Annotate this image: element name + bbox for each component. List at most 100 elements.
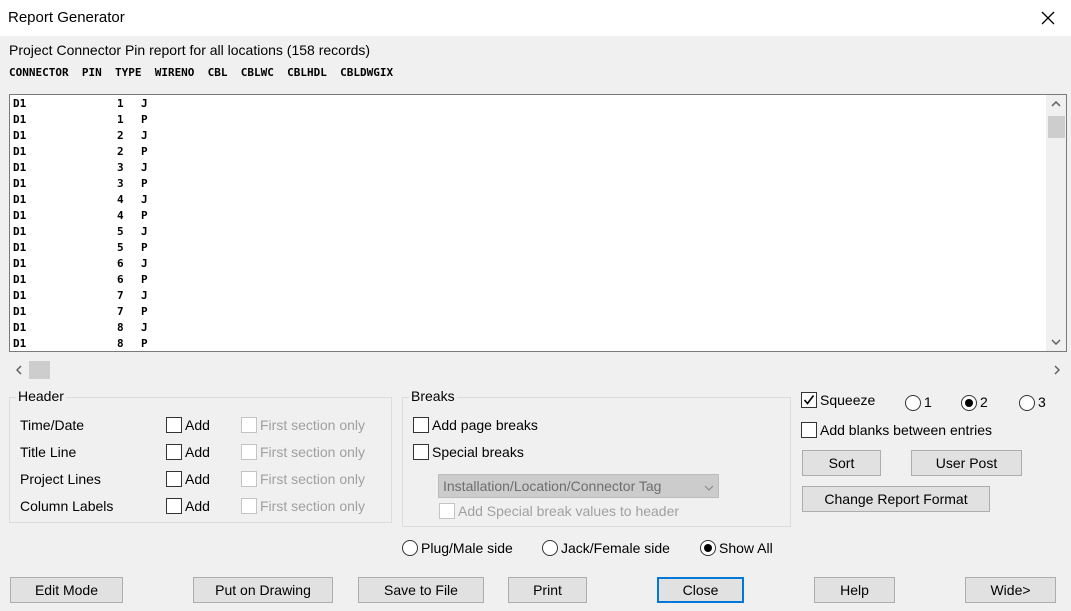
squeeze-radio-3-label: 3 xyxy=(1038,394,1046,410)
project-lines-label: Project Lines xyxy=(20,471,101,487)
add-special-values-checkbox[interactable] xyxy=(439,503,455,519)
project-lines-add-checkbox[interactable] xyxy=(166,471,182,487)
pin-cell: 6 xyxy=(117,273,124,286)
column-labels-first-only-checkbox[interactable] xyxy=(241,498,257,514)
print-button[interactable]: Print xyxy=(508,577,587,603)
scroll-left-icon[interactable] xyxy=(9,358,29,382)
vertical-scroll-thumb[interactable] xyxy=(1048,116,1065,138)
time-date-label: Time/Date xyxy=(20,417,85,433)
pin-cell: 8 xyxy=(117,321,124,334)
horizontal-scrollbar[interactable] xyxy=(9,358,1067,382)
column-labels-add-checkbox[interactable] xyxy=(166,498,182,514)
special-breaks-combo[interactable]: Installation/Location/Connector Tag xyxy=(438,474,719,498)
squeeze-radio-1[interactable] xyxy=(905,395,921,411)
save-to-file-button[interactable]: Save to File xyxy=(358,577,484,603)
column-labels: CONNECTOR PIN TYPE WIRENO CBL CBLWC CBLH… xyxy=(9,66,394,79)
report-listbox[interactable]: D1 1 J D1 1 P D1 2 J D1 2 P D1 3 J D1 3 P D1 4 J D1 4 P D1 5 J D1 5 P… xyxy=(9,94,1067,352)
pin-cell: 5 xyxy=(117,241,124,254)
connector-cell: D1 xyxy=(13,241,27,254)
special-breaks-checkbox[interactable] xyxy=(413,444,429,460)
user-post-button[interactable]: User Post xyxy=(911,450,1022,476)
title-line-add-label: Add xyxy=(185,444,210,460)
add-page-breaks-checkbox[interactable] xyxy=(413,417,429,433)
report-row[interactable]: D1 7 P xyxy=(13,304,213,320)
report-row[interactable]: D1 5 J xyxy=(13,224,213,240)
report-row[interactable]: D1 7 J xyxy=(13,288,213,304)
connector-cell: D1 xyxy=(13,305,27,318)
checkmark-icon xyxy=(803,395,815,405)
pin-cell: 3 xyxy=(117,161,124,174)
window-title: Report Generator xyxy=(8,9,125,26)
type-cell: P xyxy=(141,273,148,286)
close-window-icon[interactable] xyxy=(1025,0,1071,36)
type-cell: P xyxy=(141,177,148,190)
report-row[interactable]: D1 5 P xyxy=(13,240,213,256)
report-row[interactable]: D1 4 J xyxy=(13,192,213,208)
title-line-add-checkbox[interactable] xyxy=(166,444,182,460)
edit-mode-button[interactable]: Edit Mode xyxy=(10,577,123,603)
column-labels-label: Column Labels xyxy=(20,498,114,514)
report-description: Project Connector Pin report for all loc… xyxy=(9,42,371,58)
report-row[interactable]: D1 1 P xyxy=(13,112,213,128)
connector-cell: D1 xyxy=(13,161,27,174)
squeeze-radio-3[interactable] xyxy=(1019,395,1035,411)
jack-female-label: Jack/Female side xyxy=(561,540,670,556)
report-row[interactable]: D1 2 P xyxy=(13,144,213,160)
squeeze-checkbox[interactable] xyxy=(801,392,817,408)
jack-female-radio[interactable] xyxy=(542,540,558,556)
column-labels-first-only-label: First section only xyxy=(260,498,366,514)
scroll-down-icon[interactable] xyxy=(1046,333,1066,351)
add-page-breaks-label: Add page breaks xyxy=(432,417,538,433)
connector-cell: D1 xyxy=(13,337,27,350)
show-all-radio[interactable] xyxy=(700,540,716,556)
put-on-drawing-button[interactable]: Put on Drawing xyxy=(193,577,333,603)
report-row[interactable]: D1 6 P xyxy=(13,272,213,288)
pin-cell: 1 xyxy=(117,97,124,110)
scroll-up-icon[interactable] xyxy=(1046,95,1066,113)
connector-cell: D1 xyxy=(13,225,27,238)
time-date-first-only-checkbox[interactable] xyxy=(241,417,257,433)
add-blanks-label: Add blanks between entries xyxy=(820,422,992,438)
plug-male-radio[interactable] xyxy=(402,540,418,556)
pin-cell: 7 xyxy=(117,305,124,318)
pin-cell: 8 xyxy=(117,337,124,350)
pin-cell: 4 xyxy=(117,193,124,206)
report-row[interactable]: D1 3 J xyxy=(13,160,213,176)
wide-button[interactable]: Wide> xyxy=(965,577,1056,603)
pin-cell: 4 xyxy=(117,209,124,222)
squeeze-radio-2-label: 2 xyxy=(980,394,988,410)
show-all-label: Show All xyxy=(719,540,773,556)
title-line-first-only-checkbox[interactable] xyxy=(241,444,257,460)
report-row[interactable]: D1 8 P xyxy=(13,336,213,351)
type-cell: J xyxy=(141,225,148,238)
add-blanks-checkbox[interactable] xyxy=(801,422,817,438)
connector-cell: D1 xyxy=(13,97,27,110)
squeeze-radio-2[interactable] xyxy=(961,395,977,411)
change-report-format-button[interactable]: Change Report Format xyxy=(802,486,990,512)
help-button[interactable]: Help xyxy=(814,577,895,603)
report-row[interactable]: D1 4 P xyxy=(13,208,213,224)
report-row[interactable]: D1 3 P xyxy=(13,176,213,192)
time-date-first-only-label: First section only xyxy=(260,417,366,433)
report-row[interactable]: D1 6 J xyxy=(13,256,213,272)
squeeze-radio-1-label: 1 xyxy=(924,394,932,410)
report-row[interactable]: D1 1 J xyxy=(13,96,213,112)
horizontal-scroll-thumb[interactable] xyxy=(29,361,50,379)
type-cell: P xyxy=(141,113,148,126)
close-button[interactable]: Close xyxy=(657,577,744,603)
connector-cell: D1 xyxy=(13,257,27,270)
scroll-right-icon[interactable] xyxy=(1047,358,1067,382)
time-date-add-label: Add xyxy=(185,417,210,433)
report-row[interactable]: D1 8 J xyxy=(13,320,213,336)
type-cell: J xyxy=(141,129,148,142)
type-cell: P xyxy=(141,145,148,158)
pin-cell: 1 xyxy=(117,113,124,126)
time-date-add-checkbox[interactable] xyxy=(166,417,182,433)
type-cell: J xyxy=(141,97,148,110)
project-lines-first-only-checkbox[interactable] xyxy=(241,471,257,487)
sort-button[interactable]: Sort xyxy=(802,450,881,476)
vertical-scrollbar[interactable] xyxy=(1046,95,1066,351)
report-row[interactable]: D1 2 J xyxy=(13,128,213,144)
connector-cell: D1 xyxy=(13,273,27,286)
title-bar: Report Generator xyxy=(0,0,1071,36)
